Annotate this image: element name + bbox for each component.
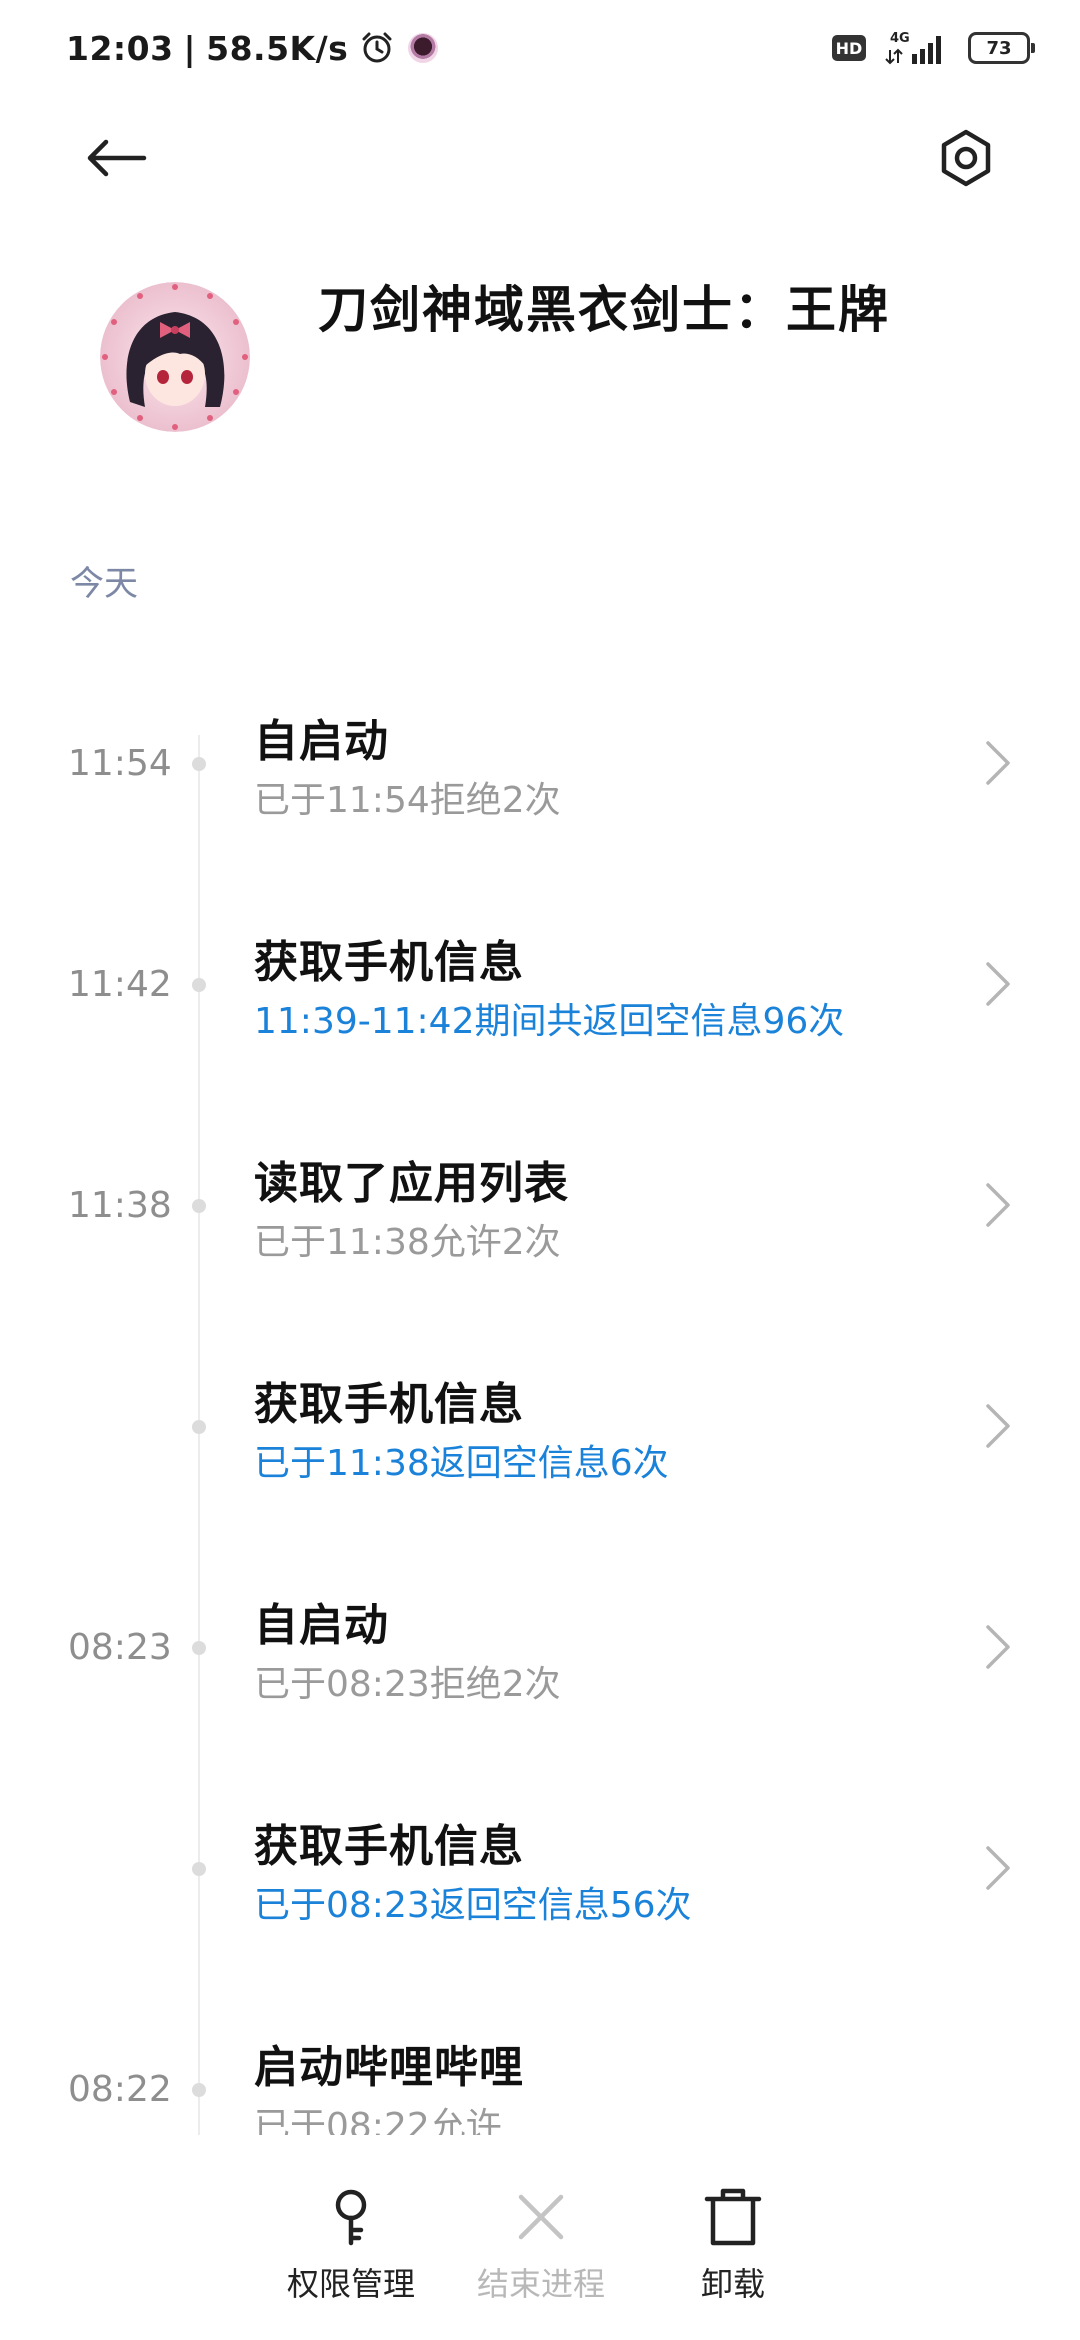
- permissions-label: 权限管理: [286, 2265, 415, 2303]
- trash-icon: [704, 2188, 762, 2246]
- status-time: 12:03: [66, 28, 174, 68]
- timeline-entry[interactable]: 11:38 读取了应用列表 已于11:38允许2次: [0, 1119, 1080, 1299]
- status-bar-right: HD 4G 73: [832, 28, 1035, 68]
- app-icon: [100, 282, 250, 432]
- entry-time: 11:38: [68, 1185, 172, 1226]
- chevron-right-icon: [986, 962, 1010, 1006]
- alarm-clock-icon: [362, 32, 392, 63]
- entry-time: 08:22: [68, 2069, 172, 2110]
- notification-app-icon: [408, 33, 439, 63]
- timeline-dot: [192, 978, 206, 992]
- chevron-right-icon: [986, 1846, 1010, 1890]
- timeline-dot: [192, 1199, 206, 1213]
- key-icon: [335, 2189, 367, 2246]
- date-section-label: 今天: [70, 564, 138, 604]
- status-separator: |: [183, 28, 197, 68]
- timeline-entry[interactable]: 11:42 获取手机信息 11:39-11:42期间共返回空信息96次: [0, 898, 1080, 1078]
- back-button[interactable]: [80, 122, 152, 194]
- back-arrow-icon: [87, 139, 147, 177]
- entry-time: 11:42: [68, 964, 172, 1005]
- timeline-entry[interactable]: 11:54 自启动 已于11:54拒绝2次: [0, 677, 1080, 857]
- end-process-button[interactable]: 结束进程: [441, 2185, 641, 2315]
- status-bar-left: 12:03 | 58.5K/s: [66, 26, 439, 70]
- chevron-right-icon: [986, 1183, 1010, 1227]
- timeline-dot: [192, 1641, 206, 1655]
- chevron-right-icon: [986, 1625, 1010, 1669]
- entry-detail: 已于11:38允许2次: [254, 1222, 561, 1263]
- timeline-entry[interactable]: 08:23 自启动 已于08:23拒绝2次: [0, 1561, 1080, 1741]
- bottom-action-bar: 权限管理 结束进程 卸载: [0, 2135, 1080, 2340]
- cellular-signal-icon: 4G: [885, 31, 941, 65]
- entry-detail: 已于08:23拒绝2次: [254, 1664, 561, 1705]
- permissions-button[interactable]: 权限管理: [251, 2185, 451, 2315]
- chevron-right-icon: [986, 1404, 1010, 1448]
- timeline-entry[interactable]: 获取手机信息 已于11:38返回空信息6次: [0, 1340, 1080, 1520]
- network-speed: 58.5K/s: [206, 28, 349, 68]
- timeline-dot: [192, 757, 206, 771]
- entry-title: 启动哔哩哔哩: [254, 2042, 524, 2093]
- network-type-label: 4G: [890, 31, 910, 46]
- app-name-title: 刀剑神域黑衣剑士：王牌: [318, 281, 890, 339]
- entry-title: 读取了应用列表: [254, 1158, 569, 1209]
- timeline-dot: [192, 1420, 206, 1434]
- chevron-right-icon: [986, 741, 1010, 785]
- timeline-entry[interactable]: 获取手机信息 已于08:23返回空信息56次: [0, 1782, 1080, 1962]
- timeline-dot: [192, 1862, 206, 1876]
- hd-badge: HD: [832, 35, 866, 61]
- battery-indicator: 73: [968, 32, 1035, 64]
- entry-title: 获取手机信息: [254, 1379, 524, 1430]
- status-bar: 12:03 | 58.5K/s HD 4G 73: [0, 0, 1080, 96]
- uninstall-label: 卸载: [700, 2265, 765, 2303]
- entry-detail: 11:39-11:42期间共返回空信息96次: [254, 1001, 845, 1042]
- timeline-dot: [192, 2083, 206, 2097]
- entry-time: 08:23: [68, 1627, 172, 1668]
- entry-title: 自启动: [254, 716, 389, 767]
- entry-title: 获取手机信息: [254, 937, 524, 988]
- entry-title: 获取手机信息: [254, 1821, 524, 1872]
- uninstall-button[interactable]: 卸载: [633, 2185, 833, 2315]
- entry-detail: 已于11:38返回空信息6次: [254, 1443, 669, 1484]
- entry-detail: 已于08:23返回空信息56次: [254, 1885, 692, 1926]
- entry-detail: 已于11:54拒绝2次: [254, 780, 561, 821]
- entry-title: 自启动: [254, 1600, 389, 1651]
- settings-gear-icon: [941, 129, 991, 187]
- settings-button[interactable]: [930, 122, 1002, 194]
- end-process-label: 结束进程: [476, 2265, 605, 2303]
- entry-time: 11:54: [68, 743, 172, 784]
- close-icon: [518, 2194, 564, 2240]
